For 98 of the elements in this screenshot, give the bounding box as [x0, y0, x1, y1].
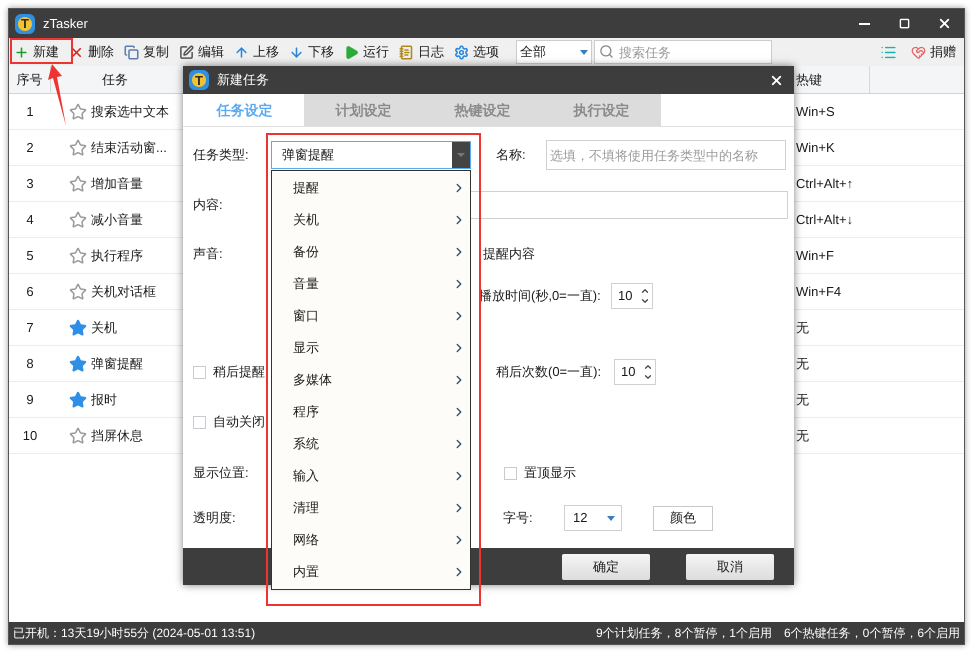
table-cell-text: Win+S: [795, 102, 835, 121]
ok-button[interactable]: 确定: [562, 554, 650, 580]
play-icon: [344, 44, 359, 60]
menu-item[interactable]: 程序: [272, 396, 470, 428]
notebook-icon: [399, 44, 414, 60]
field-label: 显示位置:: [193, 464, 250, 482]
toolbar-button[interactable]: 删除: [66, 40, 117, 64]
play-time-spinner[interactable]: 10: [611, 283, 653, 309]
table-cell-text: 关机: [91, 318, 117, 337]
cancel-button[interactable]: 取消: [686, 554, 774, 580]
app-logo: T: [15, 14, 35, 34]
checkbox-label: 置顶显示: [524, 464, 576, 482]
snooze-count-spinner[interactable]: 10: [614, 359, 656, 385]
table-cell-text: 无: [795, 426, 809, 445]
table-cell-text: 增加音量: [91, 174, 143, 193]
toolbar-button[interactable]: 编辑: [176, 40, 227, 64]
read-aloud-label: 提醒内容: [483, 245, 535, 264]
table-cell-text: Win+F4: [795, 282, 842, 301]
menu-item[interactable]: 关机: [272, 204, 470, 236]
field-label: 稍后次数(0=一直):: [496, 363, 602, 382]
table-cell-text: 关机对话框: [91, 282, 156, 301]
menu-item[interactable]: 输入: [272, 460, 470, 492]
table-cell-text: 无: [795, 354, 809, 373]
edit-icon: [179, 44, 194, 60]
menu-item[interactable]: 显示: [272, 332, 470, 364]
hotkey-task-summary: 6个热键任务，0个暂停，6个启用: [784, 625, 960, 642]
table-cell-text: 搜索选中文本: [91, 102, 169, 121]
copy-icon: [124, 44, 139, 60]
table-cell-text: 6: [25, 282, 35, 301]
field-label: 播放时间(秒,0=一直):: [479, 287, 602, 306]
plus-icon: [14, 44, 29, 60]
checkbox-label: 自动关闭: [213, 413, 265, 432]
field-label: 内容:: [193, 196, 224, 214]
maximize-icon: [898, 18, 910, 29]
search-icon: [599, 44, 614, 59]
dialog-title: 新建任务: [217, 71, 269, 90]
table-cell-text: 弹窗提醒: [91, 354, 143, 373]
search-field[interactable]: 搜索任务: [594, 40, 772, 64]
table-cell-text: 3: [25, 174, 35, 193]
table-cell-text: 挡屏休息: [91, 426, 143, 445]
font-size-dropdown[interactable]: 12: [564, 505, 622, 531]
table-cell-text: Ctrl+Alt+↑: [795, 174, 854, 193]
dialog-logo: T: [189, 70, 209, 90]
menu-item[interactable]: 备份: [272, 236, 470, 268]
checkbox-label: 稍后提醒: [213, 363, 265, 382]
toolbar-button[interactable]: 新建: [11, 40, 62, 64]
color-button[interactable]: 颜色: [653, 506, 713, 530]
toolbar-button[interactable]: 运行: [341, 40, 392, 64]
table-cell-text: 结束活动窗...: [91, 138, 167, 157]
field-label: 任务类型:: [193, 146, 250, 164]
table-cell-text: 9: [25, 390, 35, 409]
settings-icon: [454, 44, 469, 60]
menu-item[interactable]: 内置: [272, 556, 470, 588]
donate-button[interactable]: 捐赠: [911, 42, 956, 62]
toolbar-button[interactable]: 下移: [286, 40, 337, 64]
minimize-icon: [858, 22, 870, 24]
toolbar-button[interactable]: 复制: [121, 40, 172, 64]
toolbar-button[interactable]: 日志: [396, 40, 447, 64]
table-cell-text: 7: [25, 318, 35, 337]
table-cell-text: 减小音量: [91, 210, 143, 229]
menu-item[interactable]: 网络: [272, 524, 470, 556]
toolbar-button[interactable]: 选项: [451, 40, 502, 64]
field-label: 字号:: [503, 509, 534, 528]
toolbar-button[interactable]: 上移: [231, 40, 282, 64]
checkbox[interactable]: [193, 416, 206, 428]
menu-item[interactable]: 系统: [272, 428, 470, 460]
field-label: 透明度:: [193, 509, 237, 528]
name-field[interactable]: 选填，不填将使用任务类型中的名称: [546, 140, 786, 170]
uptime-text: 已开机：13天19小时55分 (2024-05-01 13:51): [13, 625, 256, 642]
table-cell-text: 无: [795, 318, 809, 337]
table-cell-text: 无: [795, 390, 809, 409]
filter-dropdown[interactable]: 全部: [516, 40, 592, 64]
down-arrow-icon: [289, 44, 304, 60]
highlight-frame: [10, 38, 73, 64]
checkbox[interactable]: [193, 366, 206, 378]
checkbox[interactable]: [504, 466, 517, 480]
table-cell-text: 4: [25, 210, 35, 229]
field-label: 声音:: [193, 245, 224, 264]
table-cell-text: Win+F: [795, 246, 834, 265]
table-cell-text: Ctrl+Alt+↓: [795, 210, 854, 229]
table-cell-text: 10: [22, 426, 38, 445]
menu-item[interactable]: 窗口: [272, 300, 470, 332]
menu-item[interactable]: 提醒: [272, 172, 470, 204]
menu-item[interactable]: 清理: [272, 492, 470, 524]
table-cell-text: Win+K: [795, 138, 835, 157]
table-cell-text: 2: [25, 138, 35, 157]
menu-item[interactable]: 多媒体: [272, 364, 470, 396]
field-label: 名称:: [496, 146, 527, 164]
table-cell-text: 报时: [91, 390, 117, 409]
table-cell-text: 5: [25, 246, 35, 265]
menu-item[interactable]: 音量: [272, 268, 470, 300]
task-type-dropdown[interactable]: 弹窗提醒: [271, 141, 471, 169]
window-title: zTasker: [43, 14, 88, 33]
table-cell-text: 执行程序: [91, 246, 143, 265]
plan-task-summary: 9个计划任务，8个暂停，1个启用: [596, 625, 772, 642]
table-cell-text: 8: [25, 354, 35, 373]
column-header[interactable]: 任务: [102, 70, 128, 90]
table-cell-text: 1: [25, 102, 35, 121]
